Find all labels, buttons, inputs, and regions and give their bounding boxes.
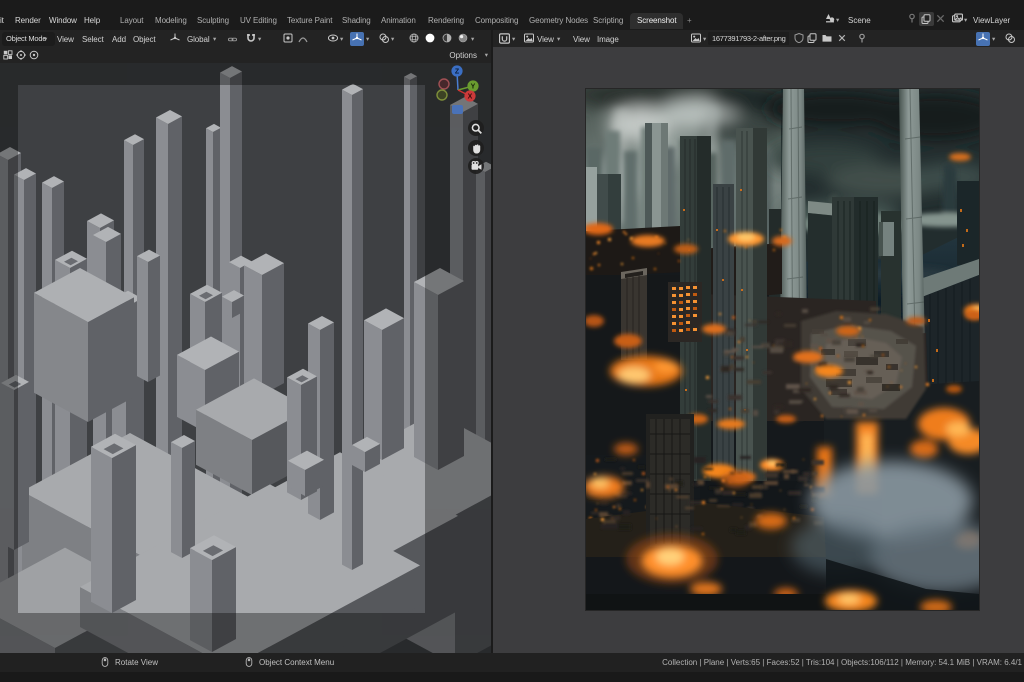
svg-text:Y: Y: [471, 84, 476, 91]
svg-text:X: X: [468, 94, 473, 101]
svg-text:Z: Z: [455, 69, 460, 76]
